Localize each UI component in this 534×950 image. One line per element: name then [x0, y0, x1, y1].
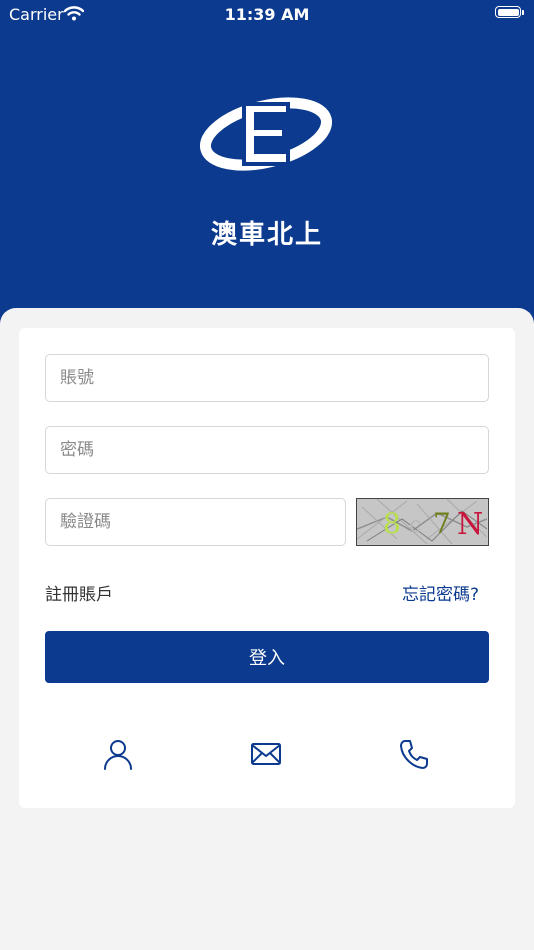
status-bar: Carrier 11:39 AM [0, 0, 534, 30]
register-link[interactable]: 註冊賬戶 [45, 580, 113, 605]
captcha-char-3: 7 [433, 507, 451, 540]
brand-logo-icon [196, 92, 336, 178]
captcha-char-1: 8 [383, 507, 401, 540]
captcha-char-4: N [457, 507, 483, 542]
captcha-image[interactable]: 8 c 7 N [356, 498, 489, 546]
clock-time: 11:39 AM [224, 5, 310, 24]
app-title: 澳車北上 [210, 220, 323, 250]
person-icon[interactable] [100, 736, 136, 772]
password-input[interactable] [45, 426, 489, 474]
account-input[interactable] [45, 354, 489, 402]
phone-icon[interactable] [396, 736, 432, 772]
mail-icon[interactable] [248, 736, 284, 772]
captcha-input[interactable] [45, 498, 346, 546]
captcha-char-2: c [409, 513, 421, 538]
battery-tip [522, 10, 524, 15]
forgot-password-link[interactable]: 忘記密碼? [402, 580, 479, 605]
battery-icon [495, 6, 521, 18]
login-button[interactable]: 登入 [45, 631, 489, 683]
